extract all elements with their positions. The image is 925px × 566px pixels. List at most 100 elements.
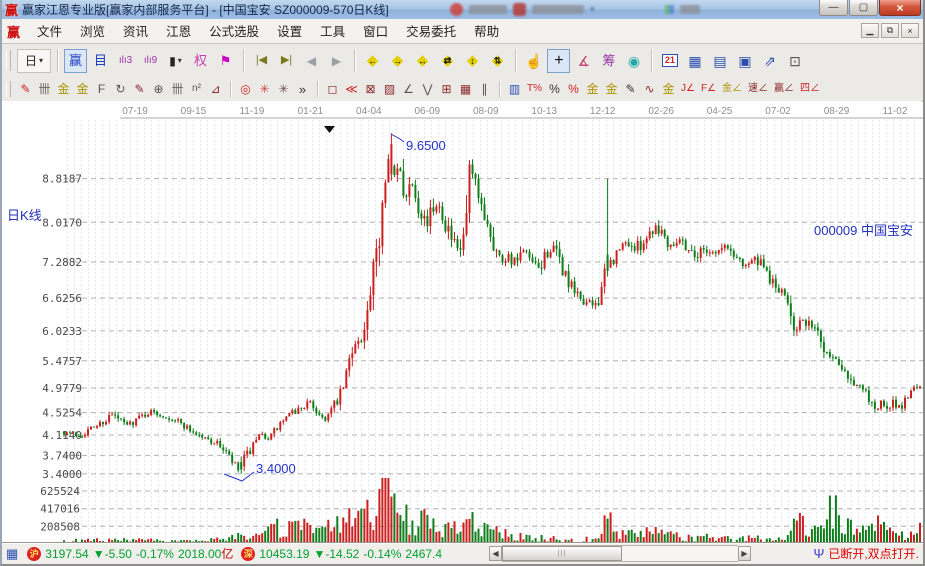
speed-angle-icon[interactable]: 速∠	[745, 79, 771, 99]
menu-item-3[interactable]: 江恩	[157, 22, 200, 42]
market-grid-icon[interactable]: ▦	[6, 546, 18, 562]
gann-wheel-alt-icon[interactable]: ✳	[274, 79, 293, 99]
f-angle-icon[interactable]: F∠	[698, 79, 719, 99]
trend-angle-icon[interactable]: ∠	[399, 79, 418, 99]
candle-style-dropdown[interactable]: ▮▾	[164, 49, 187, 73]
time-ruler-icon[interactable]: 卌	[35, 79, 54, 99]
j-angle-icon[interactable]: J∠	[678, 79, 698, 99]
menu-item-2[interactable]: 资讯	[114, 22, 157, 42]
first-page-icon[interactable]: |◀	[250, 49, 273, 73]
prev-page-icon[interactable]: ◀	[300, 49, 323, 73]
connection-status[interactable]: Ψ 已断开,双点打开.	[813, 543, 919, 564]
sh-index-ticker[interactable]: 3197.54▼-5.50-0.17%2018.00亿	[45, 545, 237, 562]
flag-marker-icon[interactable]: ⚑	[214, 49, 237, 73]
gann-target-icon[interactable]: ◎	[236, 79, 255, 99]
golden-extension-lines-icon[interactable]: 金	[73, 79, 92, 99]
menu-item-7[interactable]: 窗口	[354, 22, 397, 42]
next-page-icon[interactable]: ▶	[325, 49, 348, 73]
golden-circle-icon[interactable]: 金	[583, 79, 602, 99]
wave-tool-icon[interactable]: ∿	[640, 79, 659, 99]
kline-chart[interactable]: 日K线 000009 中国宝安	[2, 101, 921, 543]
gann-shift-left-icon[interactable]: ◆←	[361, 49, 384, 73]
gann-wheel-icon[interactable]: ✳	[255, 79, 274, 99]
mdi-minimize-button[interactable]: ▁	[861, 23, 879, 38]
percent-icon[interactable]: %	[545, 79, 564, 99]
grid-box-tool-icon[interactable]: ▦	[456, 79, 475, 99]
menu-item-4[interactable]: 公式选股	[200, 22, 268, 42]
maximize-button[interactable]: ▢	[849, 0, 878, 16]
gann-swap-icon[interactable]: ◆⇄	[436, 49, 459, 73]
golden-band-icon[interactable]: 金	[602, 79, 621, 99]
gann-shift-right-icon[interactable]: ◆→	[386, 49, 409, 73]
minute3-chart-icon[interactable]: ılı3	[114, 49, 137, 73]
menu-item-1[interactable]: 浏览	[71, 22, 114, 42]
scrollbar-thumb[interactable]: |||	[502, 546, 622, 561]
crosshair-icon[interactable]: +	[547, 49, 570, 73]
angle-measure-icon[interactable]: ∡	[572, 49, 595, 73]
golden-angle-icon-glyph: 金	[662, 83, 674, 95]
gann-clock-icon[interactable]: ⊕	[149, 79, 168, 99]
draw-pen-icon[interactable]: ✎	[16, 79, 35, 99]
bar-counter-icon[interactable]: 卌	[168, 79, 187, 99]
minimize-button[interactable]: —	[819, 0, 848, 16]
fibonacci-lines-icon[interactable]: F	[92, 79, 111, 99]
calculator-icon[interactable]: ▦	[683, 49, 706, 73]
minute9-chart-icon[interactable]: ılı9	[139, 49, 162, 73]
n-square-icon[interactable]: n²	[187, 79, 206, 99]
mdi-close-button[interactable]: ×	[901, 23, 919, 38]
spiral-calendar-icon[interactable]: ↻	[111, 79, 130, 99]
menu-item-0[interactable]: 文件	[28, 22, 71, 42]
menu-item-5[interactable]: 设置	[268, 22, 311, 42]
winner-angle-icon[interactable]: 赢∠	[771, 79, 797, 99]
toolbar-grip[interactable]	[6, 50, 11, 71]
gann-compress-icon[interactable]: ◆↕	[461, 49, 484, 73]
period-day-dropdown[interactable]: 日▾	[17, 49, 51, 73]
scrollbar-track[interactable]: |||	[502, 545, 738, 562]
print-icon[interactable]: ⊡	[783, 49, 806, 73]
gann-square-icon[interactable]: ▨	[380, 79, 399, 99]
zigzag-tool-icon[interactable]: ⋁	[418, 79, 437, 99]
angle-ruler-icon[interactable]: ⊿	[206, 79, 225, 99]
winner-panel-icon[interactable]: 赢	[64, 49, 87, 73]
percent-lines-icon[interactable]: %	[564, 79, 583, 99]
menu-item-6[interactable]: 工具	[311, 22, 354, 42]
smart-brain-icon[interactable]: ◉	[622, 49, 645, 73]
candle-edit-icon[interactable]: ✎	[621, 79, 640, 99]
close-button[interactable]: ×	[879, 0, 921, 16]
menu-item-9[interactable]: 帮助	[465, 22, 508, 42]
exrights-icon[interactable]: 权	[189, 49, 212, 73]
four-angle-icon[interactable]: 四∠	[797, 79, 823, 99]
notes-icon[interactable]: ▤	[708, 49, 731, 73]
menu-item-8[interactable]: 交易委托	[397, 22, 465, 42]
gann-expand-icon[interactable]: ◆↔	[411, 49, 434, 73]
window-title: 赢家江恩专业版[赢家内部服务平台] - [中国宝安 SZ000009-570日K…	[22, 1, 389, 18]
rect-box-tool-icon[interactable]: ◻	[323, 79, 342, 99]
gold-angle-icon[interactable]: 金∠	[719, 79, 745, 99]
gann-box-icon[interactable]: ⊠	[361, 79, 380, 99]
calendar-icon[interactable]: 21	[658, 49, 681, 73]
gann-clock-icon-glyph: ⊕	[153, 83, 163, 95]
scroll-right-button[interactable]: ▶	[738, 546, 751, 561]
trend-angle-icon-glyph: ∠	[403, 83, 414, 95]
gann-fit-icon[interactable]: ◆⇅	[486, 49, 509, 73]
grid-tool-icon[interactable]: ⊞	[437, 79, 456, 99]
golden-ratio-lines-icon[interactable]: 金	[54, 79, 73, 99]
percent-t-icon[interactable]: T%	[524, 79, 545, 99]
more-tools-button[interactable]: »	[293, 79, 312, 99]
toolbar-grip[interactable]	[6, 81, 11, 97]
sz-index-ticker[interactable]: 10453.19▼-14.52-0.14%2467.4	[259, 547, 446, 561]
export-icon[interactable]: ⇗	[758, 49, 781, 73]
last-page-icon[interactable]: ▶|	[275, 49, 298, 73]
golden-angle-icon[interactable]: 金	[659, 79, 678, 99]
stats-panel-icon[interactable]: ▥	[505, 79, 524, 99]
info-list-icon[interactable]: 目	[89, 49, 112, 73]
measure-pen-icon[interactable]: ✎	[130, 79, 149, 99]
scroll-left-button[interactable]: ◀	[489, 546, 502, 561]
pan-hand-icon[interactable]: ☝	[522, 49, 545, 73]
chart-horizontal-scrollbar[interactable]: ◀ ||| ▶	[489, 545, 751, 561]
fan-lines-icon[interactable]: ≪	[342, 79, 361, 99]
save-icon[interactable]: ▣	[733, 49, 756, 73]
mdi-restore-button[interactable]: ⧉	[881, 23, 899, 38]
chip-distribution-icon[interactable]: 筹	[597, 49, 620, 73]
parallel-lines-icon[interactable]: ∥	[475, 79, 494, 99]
